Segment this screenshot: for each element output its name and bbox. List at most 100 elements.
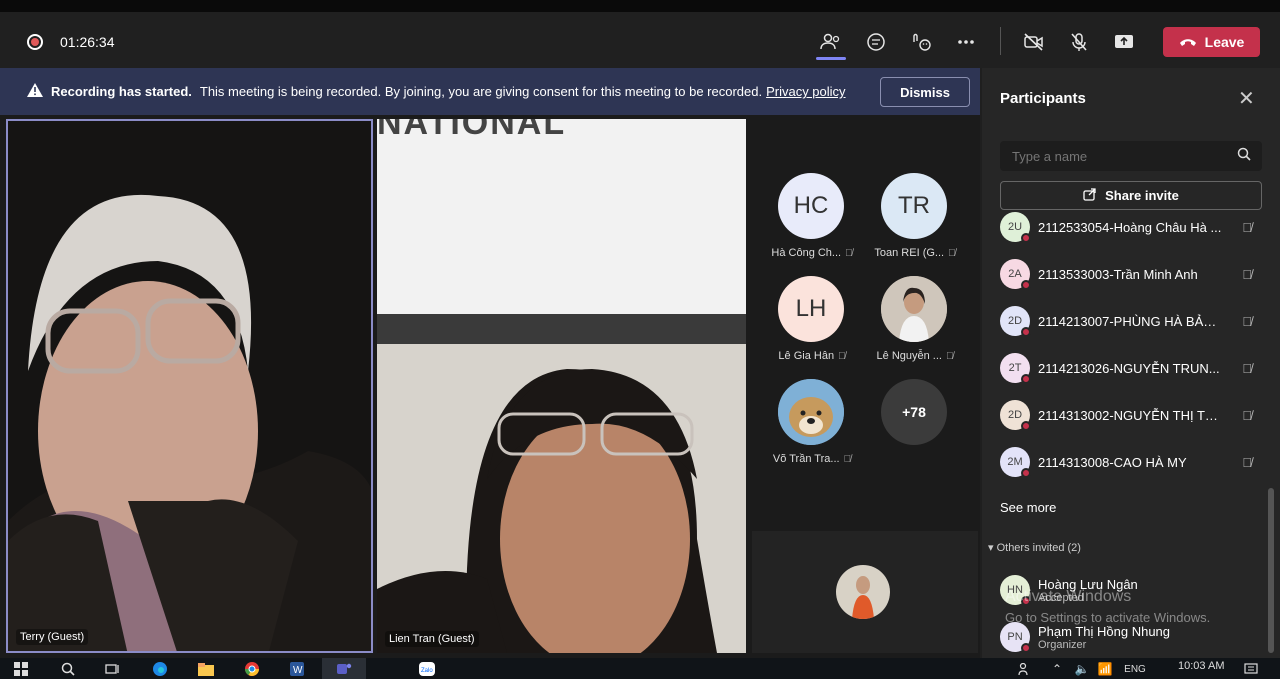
mic-off-icon[interactable]: 🎙̸ (1242, 455, 1252, 470)
avatar: 2D (1000, 306, 1031, 337)
participants-icon[interactable] (817, 29, 845, 55)
avatar-dog-photo[interactable] (778, 379, 844, 445)
people-icon[interactable] (1014, 660, 1036, 678)
close-icon[interactable]: ✕ (1238, 86, 1255, 111)
mic-off-icon: 🎙̸ (838, 351, 846, 362)
task-view-icon[interactable] (102, 660, 124, 678)
search-input[interactable] (1000, 141, 1262, 171)
video-tile-terry[interactable]: Terry (Guest) (6, 119, 373, 653)
panel-title: Participants (1000, 90, 1086, 107)
edge-icon[interactable] (149, 660, 171, 678)
participant-name: 2114313002-NGUYỄN THỊ TH... (1038, 407, 1224, 423)
dismiss-button[interactable]: Dismiss (880, 77, 970, 107)
more-participants-button[interactable]: +78 (881, 379, 947, 445)
mic-off-icon: 🎙̸ (843, 454, 852, 465)
participant-name: Terry (Guest) (16, 629, 89, 645)
status-dot (1021, 643, 1031, 653)
avatar-tr[interactable]: TR (881, 173, 947, 239)
status-dot (1021, 421, 1031, 431)
reactions-icon[interactable] (907, 29, 935, 55)
participant-row[interactable]: 2A 2113533003-Trần Minh Anh 🎙̸ (1000, 257, 1260, 291)
leave-label: Leave (1204, 34, 1245, 50)
leave-button[interactable]: Leave (1163, 27, 1260, 57)
mic-off-icon[interactable]: 🎙̸ (1242, 361, 1252, 376)
zalo-icon[interactable]: Zalo (416, 660, 438, 678)
participant-row[interactable]: 2U 2112533054-Hoàng Châu Hà ... 🎙̸ (1000, 210, 1260, 244)
avatar: 2U (1000, 212, 1031, 243)
avatar-name: Lê Nguyễn ... 🎙̸ (865, 350, 965, 362)
avatar-initials: HC (793, 192, 829, 219)
share-icon (1083, 187, 1097, 204)
network-icon[interactable]: 📶 (1094, 660, 1116, 678)
more-count: +78 (902, 404, 926, 420)
others-invited-header[interactable]: ▾ Others invited (2) (988, 541, 1081, 554)
video-tile-lien[interactable]: NATIONAL Lien Tran (Guest) (377, 119, 746, 653)
avatar-name-text: Toan REI (G... (874, 247, 945, 259)
chrome-icon[interactable] (241, 660, 263, 678)
status-dot (1021, 468, 1031, 478)
mic-off-icon: 🎙̸ (948, 248, 956, 259)
file-explorer-icon[interactable] (195, 660, 217, 678)
participant-name: Lien Tran (Guest) (385, 631, 479, 647)
participant-row[interactable]: 2M 2114313008-CAO HÀ MY 🎙̸ (1000, 445, 1260, 479)
avatar: 2T (1000, 353, 1031, 384)
avatar-initials: 2D (1007, 409, 1023, 421)
avatar-name-text: Hà Công Ch... (771, 247, 842, 259)
meeting-timer: 01:26:34 (60, 34, 115, 50)
chat-icon[interactable] (862, 29, 890, 55)
status-dot (1021, 327, 1031, 337)
recording-icon (27, 34, 43, 50)
participant-row[interactable]: 2T 2114213026-NGUYỄN TRUN... 🎙̸ (1000, 351, 1260, 385)
share-screen-icon[interactable] (1110, 29, 1138, 55)
mic-off-icon[interactable]: 🎙̸ (1242, 267, 1252, 282)
see-more-link[interactable]: See more (1000, 500, 1056, 515)
more-options-icon[interactable] (952, 29, 980, 55)
meeting-toolbar: 01:26:34 Leave (0, 0, 1280, 68)
avatar-photo[interactable] (881, 276, 947, 342)
windows-start-icon[interactable] (10, 660, 32, 678)
windows-taskbar: W Zalo ⌃ 🔈 📶 ENG 10:03 AM (0, 658, 1280, 679)
status-dot (1021, 233, 1031, 243)
avatar-name: Hà Công Ch... 🎙̸ (762, 247, 862, 259)
search-icon[interactable] (57, 660, 79, 678)
share-invite-button[interactable]: Share invite (1000, 181, 1262, 210)
avatar-initials: 2U (1007, 221, 1023, 233)
svg-text:W: W (293, 665, 303, 676)
avatar-hc[interactable]: HC (778, 173, 844, 239)
self-view-tile[interactable] (752, 531, 978, 653)
taskbar-clock[interactable]: 10:03 AM (1178, 660, 1224, 672)
chevron-up-icon[interactable]: ⌃ (1046, 660, 1068, 678)
participant-name: 2114213026-NGUYỄN TRUN... (1038, 360, 1220, 376)
mic-off-icon[interactable]: 🎙̸ (1242, 408, 1252, 423)
recording-banner: Recording has started. This meeting is b… (0, 68, 980, 115)
toolbar-divider (1000, 27, 1001, 55)
participant-name: 2114313008-CAO HÀ MY (1038, 454, 1187, 470)
participant-row[interactable]: 2D 2114213007-PHÙNG HÀ BẢO... 🎙̸ (1000, 304, 1260, 338)
participant-row[interactable]: 2D 2114313002-NGUYỄN THỊ TH... 🎙̸ (1000, 398, 1260, 432)
hangup-icon (1179, 34, 1197, 50)
avatar-name-text: Lê Nguyễn ... (876, 350, 942, 362)
privacy-policy-link[interactable]: Privacy policy (766, 84, 845, 99)
avatar-name: Lê Gia Hân 🎙̸ (762, 350, 862, 362)
notifications-icon[interactable] (1240, 660, 1262, 678)
language-indicator[interactable]: ENG (1120, 660, 1150, 678)
others-invited-label: Others invited (2) (996, 542, 1081, 554)
avatar-name: Toan REI (G... 🎙̸ (865, 247, 965, 259)
mic-off-icon[interactable] (1065, 29, 1093, 55)
avatar-initials: TR (898, 192, 930, 219)
avatar-lh[interactable]: LH (778, 276, 844, 342)
mic-off-icon[interactable]: 🎙̸ (1242, 220, 1252, 235)
camera-off-icon[interactable] (1020, 29, 1048, 55)
share-invite-label: Share invite (1105, 188, 1179, 203)
panel-scrollbar[interactable] (1268, 488, 1274, 653)
banner-title: Recording has started. (51, 84, 192, 99)
avatar-initials: 2D (1007, 315, 1023, 327)
volume-icon[interactable]: 🔈 (1071, 660, 1093, 678)
word-icon[interactable]: W (286, 660, 308, 678)
profile-photo (778, 379, 844, 445)
active-tab-indicator (816, 57, 846, 60)
avatar-name-text: Võ Trần Tra... (772, 453, 840, 465)
mic-off-icon[interactable]: 🎙̸ (1242, 314, 1252, 329)
teams-icon[interactable] (322, 658, 366, 679)
search-icon[interactable] (1237, 147, 1251, 164)
